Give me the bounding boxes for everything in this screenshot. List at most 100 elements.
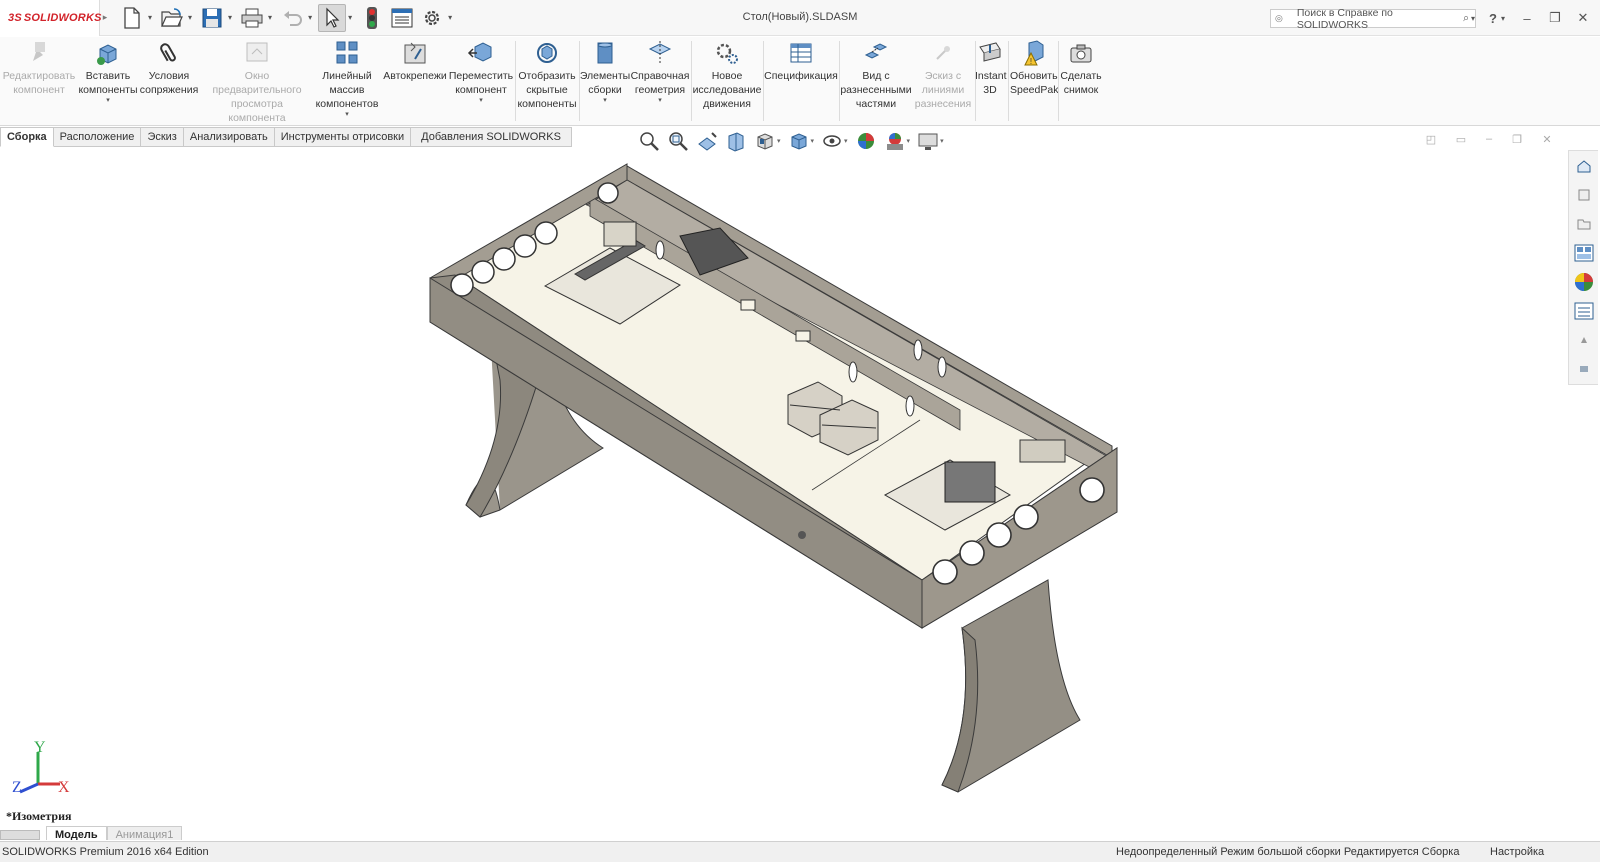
open-folder-icon[interactable] xyxy=(158,4,186,32)
custom-properties-icon[interactable] xyxy=(1571,298,1597,324)
solidworks-forum-icon[interactable] xyxy=(1571,327,1597,353)
reference-geometry-dropdown-icon[interactable]: ▾ xyxy=(658,97,662,105)
mate-button[interactable]: Условия сопряжения xyxy=(138,39,200,97)
undo-icon[interactable] xyxy=(278,4,306,32)
tab-animation1[interactable]: Анимация1 xyxy=(106,826,183,840)
help-button[interactable]: ? ▾ xyxy=(1484,8,1510,28)
solidworks-resources-icon[interactable] xyxy=(1571,153,1597,179)
new-motion-study-button[interactable]: Новое исследование движения xyxy=(692,39,762,111)
explode-line-sketch-icon xyxy=(936,46,950,60)
exploded-view-label: Вид с разнесенными частями xyxy=(840,70,912,110)
move-component-button[interactable]: Переместить компонент ▾ xyxy=(448,39,514,105)
edit-component-label: Редактировать компонент xyxy=(2,70,76,96)
traffic-light-icon[interactable] xyxy=(358,4,386,32)
view-settings-dropdown-icon[interactable]: ▾ xyxy=(940,137,944,145)
solidworks-logo[interactable]: 3S SOLIDWORKS xyxy=(0,0,101,36)
preview-window-icon xyxy=(246,42,268,62)
open-dropdown-icon[interactable]: ▾ xyxy=(188,13,192,22)
help-dropdown-icon[interactable]: ▾ xyxy=(1501,14,1505,23)
take-snapshot-label: Сделать снимок xyxy=(1060,70,1102,96)
status-bar: SOLIDWORKS Premium 2016 x64 Edition Недо… xyxy=(0,841,1600,862)
edit-component-button[interactable]: Редактировать компонент xyxy=(2,39,76,97)
options-dropdown-icon[interactable]: ▾ xyxy=(448,13,452,22)
recording-icon[interactable] xyxy=(1571,356,1597,382)
view-palette-icon[interactable] xyxy=(1571,240,1597,266)
smart-fasteners-button[interactable]: Автокрепежи xyxy=(382,39,448,83)
show-hidden-button[interactable]: Отобразить скрытые компоненты xyxy=(517,39,577,111)
customize-button[interactable]: Настройка xyxy=(1490,842,1544,862)
help-search-input[interactable]: ◎ Поиск в Справке по SOLIDWORKS ⌕ ▾ xyxy=(1270,7,1476,31)
instant3d-button[interactable]: Instant 3D xyxy=(974,39,1007,97)
assembly-model-render[interactable] xyxy=(0,148,1566,838)
hide-show-dropdown-icon[interactable]: ▾ xyxy=(844,137,848,145)
bom-label: Спецификация xyxy=(764,70,838,82)
assembly-features-button[interactable]: Элементы сборки ▾ xyxy=(580,39,630,105)
viewport-restore-icon[interactable]: ❐ xyxy=(1508,133,1526,146)
assembly-features-dropdown-icon[interactable]: ▾ xyxy=(603,97,607,105)
command-manager-tabs: Сборка Расположение Эскиз Анализировать … xyxy=(0,127,572,147)
tab-model[interactable]: Модель xyxy=(46,826,107,840)
search-icon[interactable]: ⌕ xyxy=(1463,12,1469,25)
restore-icon[interactable]: ❐ xyxy=(1542,8,1568,28)
minimize-icon[interactable]: – xyxy=(1514,8,1540,28)
linear-pattern-label: Линейный массив компонентов xyxy=(315,70,379,110)
insert-components-label: Вставить компоненты xyxy=(78,70,138,96)
save-dropdown-icon[interactable]: ▾ xyxy=(228,13,232,22)
tab-addins[interactable]: Добавления SOLIDWORKS xyxy=(411,127,572,147)
display-style-dropdown-icon[interactable]: ▾ xyxy=(811,137,815,145)
camera-icon xyxy=(1070,44,1092,63)
appearances-scenes-icon[interactable] xyxy=(1571,269,1597,295)
viewport-single-icon[interactable]: ▭ xyxy=(1452,133,1470,146)
speedpak-warning-icon: ! xyxy=(1024,40,1044,66)
explode-line-sketch-button[interactable]: Эскиз с линиями разнесения xyxy=(912,39,974,111)
tab-sketch[interactable]: Эскиз xyxy=(141,127,184,147)
table-leg-right[interactable] xyxy=(941,579,1081,793)
viewport-close-icon[interactable]: ✕ xyxy=(1538,133,1556,146)
search-dropdown-icon[interactable]: ▾ xyxy=(1471,14,1475,23)
view-orientation-dropdown-icon[interactable]: ▾ xyxy=(777,137,781,145)
viewport-minimize-icon[interactable]: – xyxy=(1480,133,1498,145)
preview-window-button[interactable]: Окно предварительного просмотра компонен… xyxy=(200,39,314,125)
instant3d-label: Instant 3D xyxy=(975,70,1007,96)
edit-component-icon xyxy=(33,42,45,61)
motion-gears-icon xyxy=(716,43,738,64)
viewport-tile-icon[interactable]: ◰ xyxy=(1422,133,1440,146)
print-icon[interactable] xyxy=(238,4,266,32)
tab-assembly[interactable]: Сборка xyxy=(0,127,54,147)
apply-scene-dropdown-icon[interactable]: ▾ xyxy=(907,137,911,145)
tab-layout[interactable]: Расположение xyxy=(53,127,142,147)
search-scope-icon[interactable]: ◎ xyxy=(1275,13,1283,24)
new-dropdown-icon[interactable]: ▾ xyxy=(148,13,152,22)
reference-geometry-button[interactable]: Справочная геометрия ▾ xyxy=(630,39,690,105)
save-icon[interactable] xyxy=(198,4,226,32)
undo-dropdown-icon[interactable]: ▾ xyxy=(308,13,312,22)
tab-markup-tools[interactable]: Инструменты отрисовки xyxy=(274,127,412,147)
insert-components-button[interactable]: Вставить компоненты ▾ xyxy=(78,39,138,105)
linear-pattern-dropdown-icon[interactable]: ▾ xyxy=(345,111,349,119)
exploded-view-button[interactable]: Вид с разнесенными частями xyxy=(840,39,912,111)
file-explorer-icon[interactable] xyxy=(1571,211,1597,237)
triad-x-label: X xyxy=(58,779,70,796)
print-dropdown-icon[interactable]: ▾ xyxy=(268,13,272,22)
new-file-icon[interactable] xyxy=(118,4,146,32)
design-library-icon[interactable] xyxy=(1571,182,1597,208)
insert-components-dropdown-icon[interactable]: ▾ xyxy=(106,97,110,105)
update-speedpak-button[interactable]: ! Обновить SpeedPak xyxy=(1009,39,1058,97)
exploded-view-icon xyxy=(864,43,888,59)
explode-line-sketch-label: Эскиз с линиями разнесения xyxy=(914,70,972,110)
tab-evaluate[interactable]: Анализировать xyxy=(183,127,275,147)
properties-icon[interactable] xyxy=(388,4,416,32)
select-dropdown-icon[interactable]: ▾ xyxy=(348,13,352,22)
tab-scroll-buttons[interactable] xyxy=(0,830,40,840)
paperclip-icon xyxy=(160,43,176,62)
move-component-dropdown-icon[interactable]: ▾ xyxy=(479,97,483,105)
take-snapshot-button[interactable]: Сделать снимок xyxy=(1059,39,1103,97)
logo-menu-arrow-icon[interactable]: ▸ xyxy=(100,12,110,23)
cursor-icon[interactable] xyxy=(318,3,347,32)
gear-icon[interactable] xyxy=(418,4,446,32)
graphics-area[interactable] xyxy=(0,148,1566,838)
close-icon[interactable]: ✕ xyxy=(1570,8,1596,28)
reference-geometry-label: Справочная геометрия xyxy=(630,70,690,96)
bom-button[interactable]: Спецификация xyxy=(764,39,838,83)
linear-pattern-button[interactable]: Линейный массив компонентов ▾ xyxy=(314,39,380,119)
